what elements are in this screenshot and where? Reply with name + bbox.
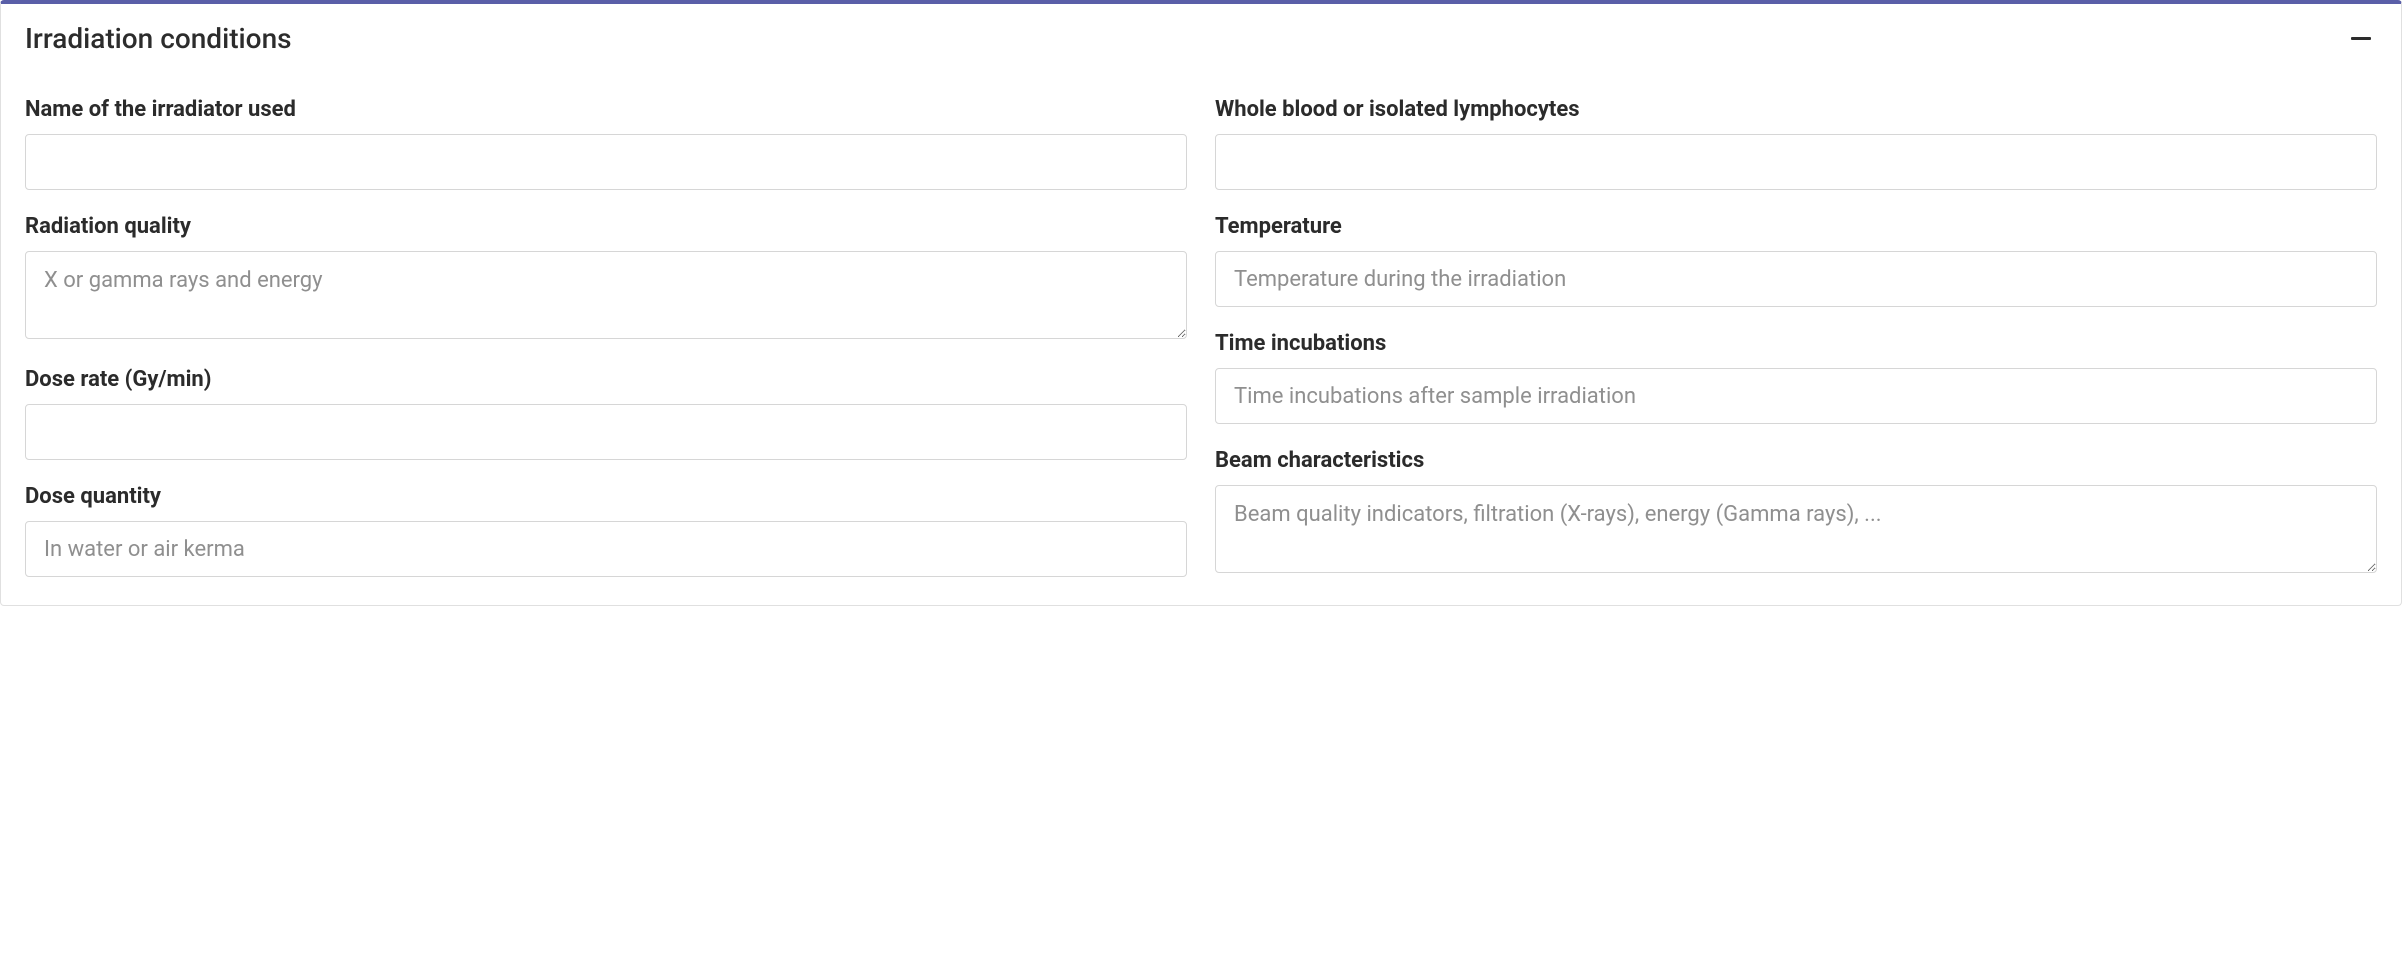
temperature-label: Temperature xyxy=(1215,214,2377,239)
field-time-incubations: Time incubations xyxy=(1215,331,2377,424)
left-column: Name of the irradiator used Radiation qu… xyxy=(25,73,1187,577)
dose-quantity-input[interactable] xyxy=(25,521,1187,577)
field-radiation-quality: Radiation quality xyxy=(25,214,1187,343)
field-temperature: Temperature xyxy=(1215,214,2377,307)
dose-rate-label: Dose rate (Gy/min) xyxy=(25,367,1187,392)
field-dose-rate: Dose rate (Gy/min) xyxy=(25,367,1187,460)
irradiator-label: Name of the irradiator used xyxy=(25,97,1187,122)
field-irradiator: Name of the irradiator used xyxy=(25,97,1187,190)
panel-header: Irradiation conditions xyxy=(1,4,2401,63)
radiation-quality-label: Radiation quality xyxy=(25,214,1187,239)
irradiation-conditions-panel: Irradiation conditions Name of the irrad… xyxy=(0,0,2402,606)
blood-type-input[interactable] xyxy=(1215,134,2377,190)
field-dose-quantity: Dose quantity xyxy=(25,484,1187,577)
field-beam-characteristics: Beam characteristics xyxy=(1215,448,2377,577)
dose-rate-input[interactable] xyxy=(25,404,1187,460)
irradiator-input[interactable] xyxy=(25,134,1187,190)
field-blood-type: Whole blood or isolated lymphocytes xyxy=(1215,97,2377,190)
collapse-icon[interactable] xyxy=(2351,37,2371,40)
radiation-quality-textarea[interactable] xyxy=(25,251,1187,339)
blood-type-label: Whole blood or isolated lymphocytes xyxy=(1215,97,2377,122)
right-column: Whole blood or isolated lymphocytes Temp… xyxy=(1215,73,2377,577)
temperature-input[interactable] xyxy=(1215,251,2377,307)
beam-characteristics-textarea[interactable] xyxy=(1215,485,2377,573)
panel-body: Name of the irradiator used Radiation qu… xyxy=(1,63,2401,605)
panel-title: Irradiation conditions xyxy=(25,22,292,55)
time-incubations-input[interactable] xyxy=(1215,368,2377,424)
beam-characteristics-label: Beam characteristics xyxy=(1215,448,2377,473)
dose-quantity-label: Dose quantity xyxy=(25,484,1187,509)
time-incubations-label: Time incubations xyxy=(1215,331,2377,356)
